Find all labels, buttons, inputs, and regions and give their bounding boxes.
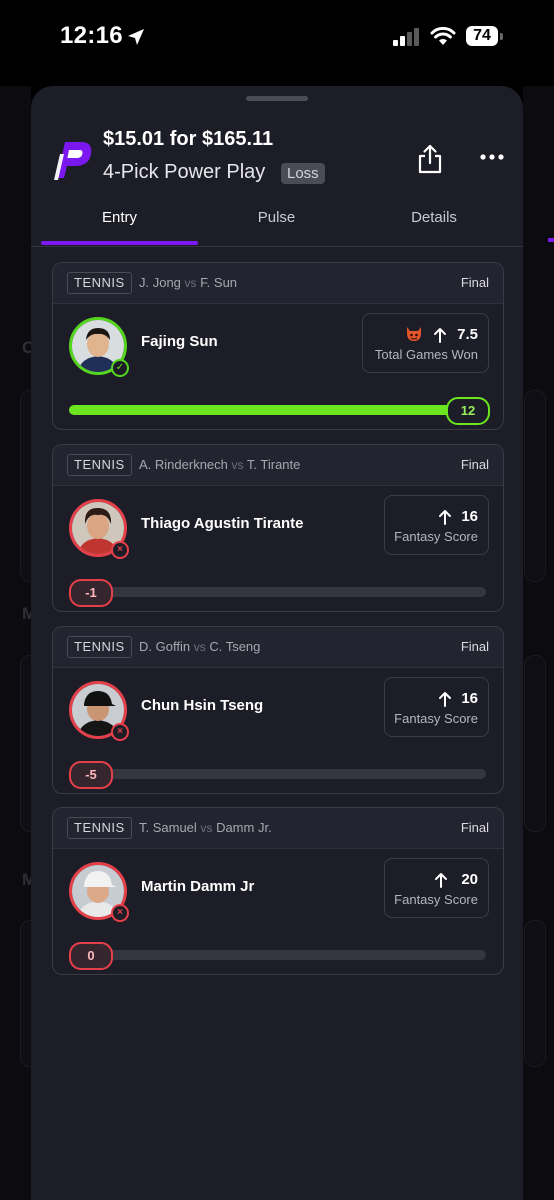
loss-x-icon: × bbox=[111, 541, 129, 559]
tab-pulse[interactable]: Pulse bbox=[198, 196, 355, 245]
more-options-icon[interactable] bbox=[479, 152, 505, 162]
stat-type: Fantasy Score bbox=[394, 529, 478, 544]
entry-tabs: Entry Pulse Details bbox=[31, 196, 523, 247]
pick-card-header: TENNIS T. Samuel vs Damm Jr. Final bbox=[53, 808, 503, 849]
player-name: Thiago Agustin Tirante bbox=[141, 515, 304, 532]
matchup: J. Jong vs F. Sun bbox=[139, 275, 238, 290]
pick-card[interactable]: TENNIS J. Jong vs F. Sun Final ✓ Fajing … bbox=[52, 262, 504, 430]
sport-tag: TENNIS bbox=[67, 817, 132, 839]
pick-card-header: TENNIS J. Jong vs F. Sun Final bbox=[53, 263, 503, 304]
projection-line: 16 bbox=[461, 508, 478, 525]
arrow-up-icon bbox=[435, 873, 447, 888]
matchup: D. Goffin vs C. Tseng bbox=[139, 639, 261, 654]
game-status: Final bbox=[460, 275, 489, 290]
background-card bbox=[524, 920, 546, 1067]
entry-sheet: $15.01 for $165.11 4-Pick Power Play Los… bbox=[31, 86, 523, 1200]
player-name: Martin Damm Jr bbox=[141, 878, 255, 895]
arrow-up-icon bbox=[439, 692, 451, 707]
entry-type: 4-Pick Power Play bbox=[103, 161, 266, 183]
sheet-grabber[interactable] bbox=[246, 96, 308, 101]
matchup: T. Samuel vs Damm Jr. bbox=[139, 820, 272, 835]
projection-line: 20 bbox=[461, 871, 478, 888]
background-card bbox=[524, 655, 546, 832]
progress-track bbox=[69, 587, 486, 597]
loss-x-icon: × bbox=[111, 904, 129, 922]
status-time: 12:16 bbox=[60, 22, 123, 49]
win-check-icon: ✓ bbox=[111, 359, 129, 377]
result-badge: Loss bbox=[281, 163, 325, 184]
arrow-up-icon bbox=[439, 510, 451, 525]
sport-tag: TENNIS bbox=[67, 636, 132, 658]
active-tab-indicator bbox=[41, 241, 198, 245]
tab-details[interactable]: Details bbox=[355, 196, 513, 245]
progress-track bbox=[69, 950, 486, 960]
projection-line: 16 bbox=[461, 690, 478, 707]
location-arrow-icon bbox=[128, 29, 144, 45]
actual-value: 12 bbox=[446, 397, 490, 425]
game-status: Final bbox=[460, 457, 489, 472]
matchup: A. Rinderknech vs T. Tirante bbox=[139, 457, 301, 472]
background-card bbox=[524, 390, 546, 582]
arrow-up-icon bbox=[434, 328, 446, 343]
pick-card[interactable]: TENNIS D. Goffin vs C. Tseng Final × Chu… bbox=[52, 626, 504, 794]
player-name: Chun Hsin Tseng bbox=[141, 697, 264, 714]
projection-box: 16 Fantasy Score bbox=[384, 677, 489, 737]
actual-value: -5 bbox=[69, 761, 113, 789]
projection-box: 20 Fantasy Score bbox=[384, 858, 489, 918]
cellular-signal-icon bbox=[393, 28, 419, 46]
stat-type: Total Games Won bbox=[374, 347, 478, 362]
progress-fill bbox=[69, 405, 486, 415]
loss-x-icon: × bbox=[111, 723, 129, 741]
entry-payout-title: $15.01 for $165.11 bbox=[103, 128, 274, 150]
pick-card[interactable]: TENNIS T. Samuel vs Damm Jr. Final × Mar… bbox=[52, 807, 504, 975]
sport-tag: TENNIS bbox=[67, 272, 132, 294]
actual-value: 0 bbox=[69, 942, 113, 970]
progress-track bbox=[69, 769, 486, 779]
player-name: Fajing Sun bbox=[141, 333, 218, 350]
battery-icon: 74 bbox=[466, 26, 504, 48]
projection-line: 7.5 bbox=[457, 326, 478, 343]
actual-value: -1 bbox=[69, 579, 113, 607]
demon-icon bbox=[407, 327, 421, 341]
tab-entry[interactable]: Entry bbox=[41, 196, 198, 245]
pick-card-header: TENNIS D. Goffin vs C. Tseng Final bbox=[53, 627, 503, 668]
wifi-icon bbox=[430, 26, 456, 45]
game-status: Final bbox=[460, 820, 489, 835]
projection-box: 7.5 Total Games Won bbox=[362, 313, 489, 373]
status-bar: 12:16 74 bbox=[0, 0, 554, 80]
stat-type: Fantasy Score bbox=[394, 711, 478, 726]
share-icon[interactable] bbox=[417, 144, 443, 174]
pick-card-header: TENNIS A. Rinderknech vs T. Tirante Fina… bbox=[53, 445, 503, 486]
projection-box: 16 Fantasy Score bbox=[384, 495, 489, 555]
pick-card[interactable]: TENNIS A. Rinderknech vs T. Tirante Fina… bbox=[52, 444, 504, 612]
battery-level: 74 bbox=[473, 27, 491, 44]
sport-tag: TENNIS bbox=[67, 454, 132, 476]
background-accent bbox=[548, 238, 554, 242]
progress-track bbox=[69, 405, 486, 415]
game-status: Final bbox=[460, 639, 489, 654]
stat-type: Fantasy Score bbox=[394, 892, 478, 907]
prizepicks-logo-icon bbox=[54, 142, 92, 180]
